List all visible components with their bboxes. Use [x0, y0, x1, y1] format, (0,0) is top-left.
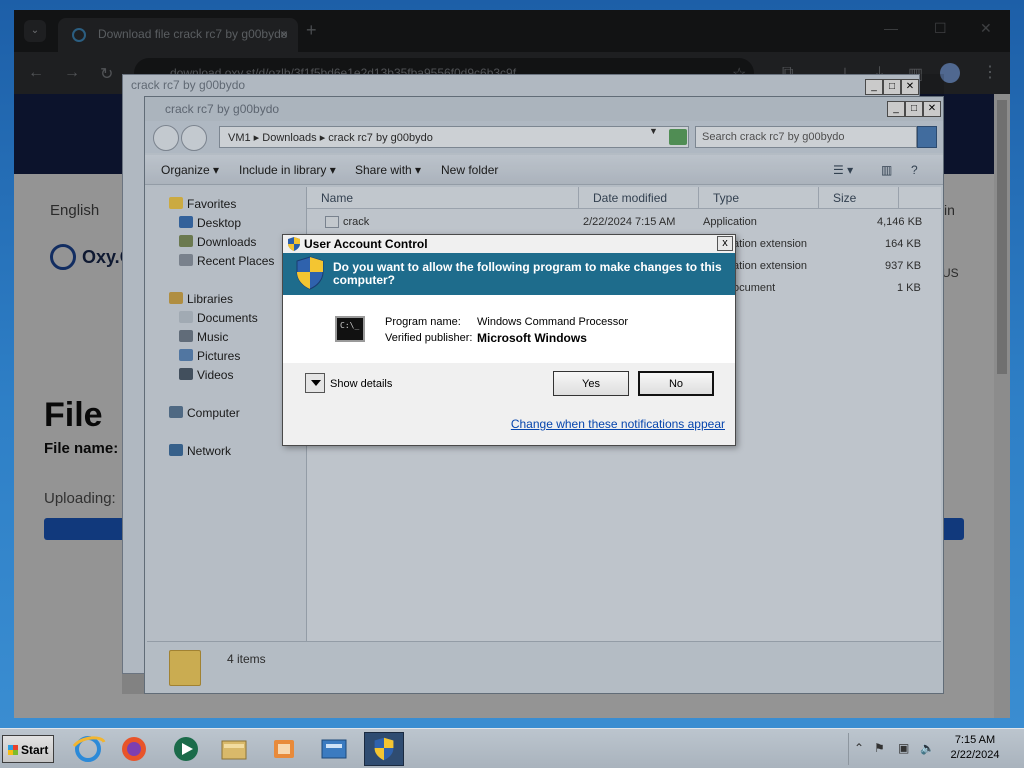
clock-date: 2/22/2024: [950, 749, 1000, 761]
change-notifications-link[interactable]: Change when these notifications appear: [511, 417, 725, 431]
uac-footer: Show details Yes No Change when these no…: [283, 363, 735, 445]
media-player-icon[interactable]: [166, 732, 206, 766]
start-label: Start: [21, 743, 49, 757]
show-hidden-icons-icon[interactable]: ⌃: [854, 741, 864, 755]
uac-dialog: User Account Control x Do you want to al…: [282, 234, 736, 446]
uac-titlebar: User Account Control x: [283, 235, 735, 253]
file-explorer-icon[interactable]: [214, 732, 254, 766]
media-center-icon[interactable]: [264, 732, 304, 766]
start-button[interactable]: Start: [2, 735, 54, 763]
volume-muted-icon[interactable]: 🔈: [920, 741, 935, 755]
show-details-label[interactable]: Show details: [330, 378, 392, 390]
action-center-flag-icon[interactable]: ⚑: [874, 741, 885, 755]
program-name-value: Windows Command Processor: [477, 316, 628, 328]
windows-logo-icon: [8, 745, 18, 755]
taskbar: Start ⌃ ⚑ ▣ 🔈 7:15 AM 2/22/2024: [0, 728, 1024, 768]
uac-close-icon[interactable]: x: [717, 236, 733, 251]
show-details-chevron-icon[interactable]: [305, 373, 325, 393]
internet-explorer-icon[interactable]: [68, 732, 108, 766]
system-clock[interactable]: 7:15 AM 2/22/2024: [944, 733, 1006, 763]
network-app-icon[interactable]: [314, 732, 354, 766]
uac-shield-icon: [288, 237, 300, 251]
yes-button[interactable]: Yes: [553, 371, 629, 396]
tray-separator: [848, 733, 849, 765]
firefox-icon[interactable]: [114, 732, 154, 766]
uac-large-shield-icon: [296, 256, 324, 290]
uac-body: C:\_ Program name: Windows Command Proce…: [283, 295, 735, 363]
publisher-value: Microsoft Windows: [477, 331, 587, 345]
network-tray-icon[interactable]: ▣: [898, 741, 909, 755]
program-name-label: Program name:: [385, 316, 461, 328]
clock-time: 7:15 AM: [954, 734, 996, 746]
uac-question: Do you want to allow the following progr…: [333, 260, 722, 287]
no-button[interactable]: No: [638, 371, 714, 396]
uac-title: User Account Control: [304, 237, 428, 251]
uac-banner: Do you want to allow the following progr…: [283, 253, 735, 295]
command-prompt-icon: C:\_: [335, 316, 365, 342]
uac-taskbar-shield-icon[interactable]: [364, 732, 404, 766]
publisher-label: Verified publisher:: [385, 332, 473, 344]
